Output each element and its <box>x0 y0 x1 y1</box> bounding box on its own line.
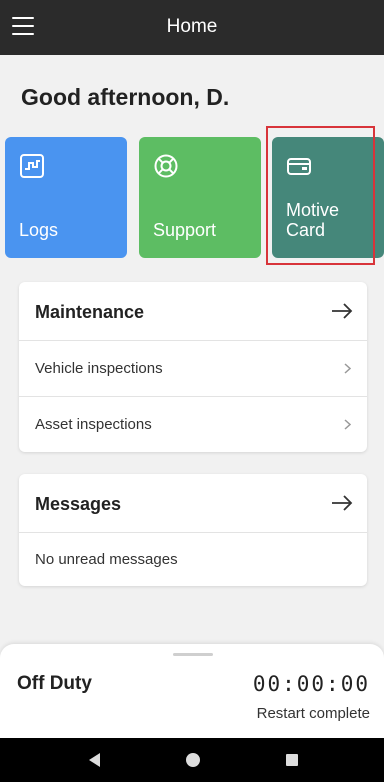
motive-card-tile-label: Motive Card <box>286 200 340 240</box>
home-icon[interactable] <box>183 750 203 770</box>
motive-card-tile[interactable]: Motive Card <box>272 137 384 258</box>
duty-status-sheet[interactable]: Off Duty 00:00:00 Restart complete <box>0 644 384 738</box>
support-tile-label: Support <box>153 220 217 240</box>
credit-card-icon <box>287 158 311 175</box>
arrow-right-icon <box>332 303 353 319</box>
logs-tile-label: Logs <box>19 220 59 240</box>
asset-inspections-label: Asset inspections <box>35 416 152 433</box>
arrow-right-icon <box>332 495 353 511</box>
duty-status: Off Duty <box>17 673 92 694</box>
no-messages-text: No unread messages <box>35 551 178 568</box>
asset-inspections-row[interactable]: Asset inspections <box>19 397 367 452</box>
chevron-right-icon <box>344 419 351 430</box>
maintenance-card: Maintenance Vehicle inspections Asset in… <box>19 282 367 452</box>
vehicle-inspections-label: Vehicle inspections <box>35 360 163 377</box>
maintenance-title: Maintenance <box>35 302 145 322</box>
messages-empty-row: No unread messages <box>19 533 367 586</box>
lifebuoy-icon <box>154 154 178 178</box>
vehicle-inspections-row[interactable]: Vehicle inspections <box>19 341 367 397</box>
greeting-text: Good afternoon, D. <box>21 84 230 110</box>
messages-header[interactable]: Messages <box>19 474 367 533</box>
duty-timer: 00:00:00 <box>252 672 370 696</box>
sheet-drag-handle[interactable] <box>173 653 213 656</box>
logs-chart-icon <box>20 154 44 178</box>
maintenance-header[interactable]: Maintenance <box>19 282 367 341</box>
top-app-bar: Home <box>0 0 384 55</box>
back-icon[interactable] <box>85 750 105 770</box>
recents-icon[interactable] <box>282 750 302 770</box>
support-tile[interactable]: Support <box>139 137 261 258</box>
chevron-right-icon <box>344 363 351 374</box>
page-title: Home <box>166 16 218 37</box>
messages-title: Messages <box>35 494 122 514</box>
system-nav-bar <box>0 738 384 782</box>
restart-status: Restart complete <box>256 705 370 722</box>
messages-card: Messages No unread messages <box>19 474 367 586</box>
logs-tile[interactable]: Logs <box>5 137 127 258</box>
